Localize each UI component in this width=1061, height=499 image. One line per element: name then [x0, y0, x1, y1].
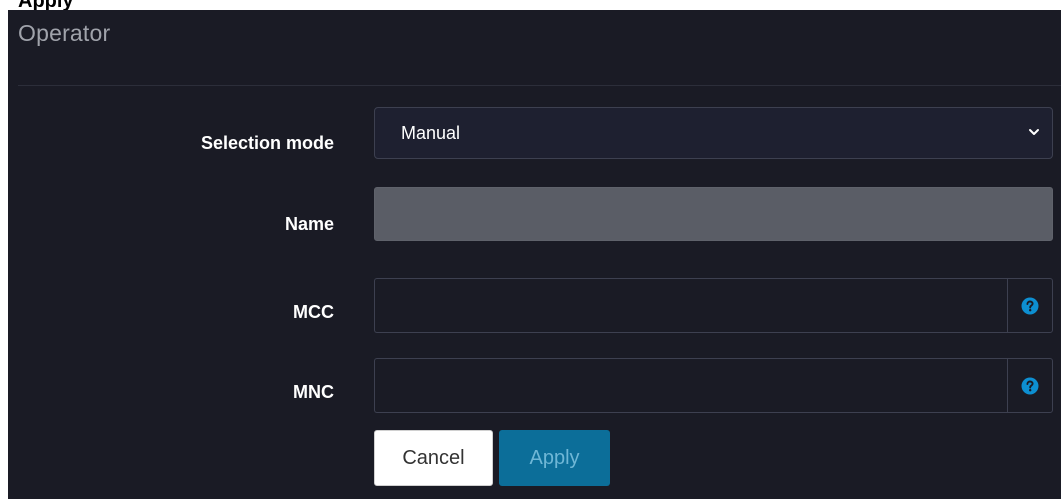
top-strip: Apply — [0, 0, 1061, 11]
cancel-button[interactable]: Cancel — [374, 430, 493, 486]
mnc-input[interactable] — [374, 358, 1007, 413]
name-label: Name — [284, 214, 334, 234]
mcc-input-group — [374, 278, 1053, 333]
selection-mode-value: Manual — [401, 123, 461, 143]
left-edge — [0, 10, 8, 499]
mnc-label: MNC — [293, 382, 334, 402]
selection-mode-select[interactable]: Manual — [374, 107, 1053, 159]
operator-panel: Operator — [8, 10, 1061, 499]
apply-button[interactable]: Apply — [499, 430, 610, 486]
name-field — [374, 187, 1053, 241]
mnc-help-button[interactable] — [1007, 358, 1053, 413]
selection-mode-label: Selection mode — [200, 133, 334, 153]
mcc-input[interactable] — [374, 278, 1007, 333]
divider — [18, 85, 1061, 86]
mcc-label: MCC — [293, 302, 334, 322]
panel-title: Operator — [18, 20, 111, 46]
mcc-help-button[interactable] — [1007, 278, 1053, 333]
page: Apply Operator Selection mode Manual Nam… — [0, 0, 1061, 499]
question-circle-icon — [1021, 377, 1039, 394]
mnc-input-group — [374, 358, 1053, 413]
chevron-down-icon — [1029, 129, 1039, 135]
question-circle-icon — [1021, 297, 1039, 314]
